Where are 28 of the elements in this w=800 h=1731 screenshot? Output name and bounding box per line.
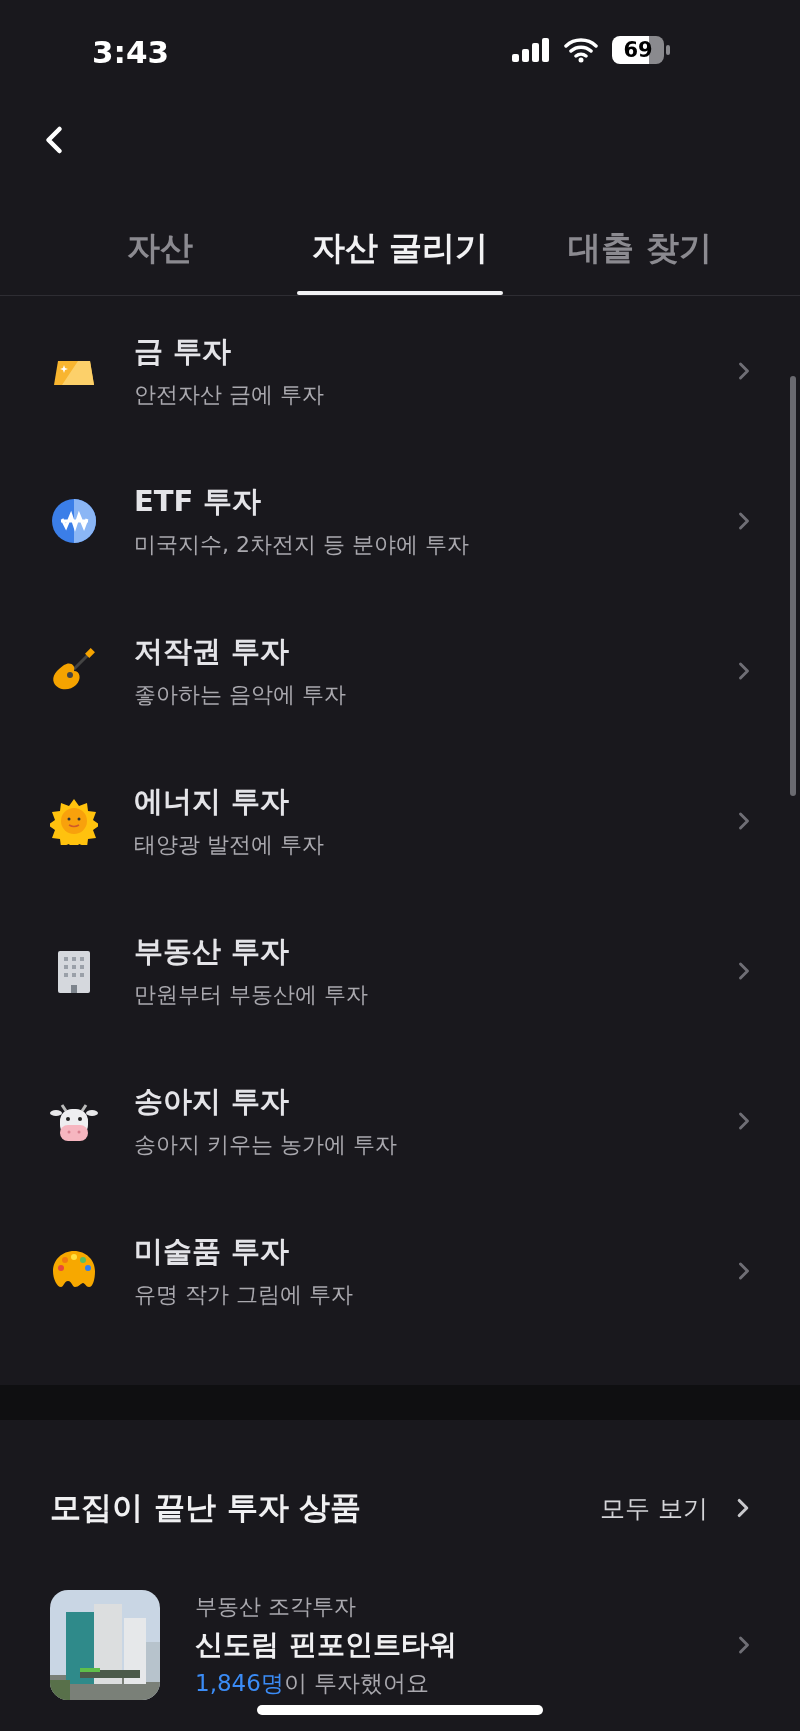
tab[interactable]: 대출 찾기 bbox=[520, 180, 760, 295]
item-subtitle: 태양광 발전에 투자 bbox=[134, 831, 325, 859]
sun-icon bbox=[50, 797, 98, 845]
item-subtitle: 만원부터 부동산에 투자 bbox=[134, 981, 369, 1009]
section-title: 모집이 끝난 투자 상품 bbox=[50, 1488, 362, 1527]
item-subtitle: 좋아하는 음악에 투자 bbox=[134, 681, 347, 709]
item-subtitle: 송아지 키우는 농가에 투자 bbox=[134, 1131, 398, 1159]
item-subtitle: 미국지수, 2차전지 등 분야에 투자 bbox=[134, 531, 470, 559]
item-title: 금 투자 bbox=[134, 333, 233, 370]
tab[interactable]: 자산 bbox=[40, 180, 280, 295]
item-title: ETF 투자 bbox=[134, 483, 263, 520]
tab[interactable]: 자산 굴리기 bbox=[280, 180, 520, 295]
item-subtitle: 안전자산 금에 투자 bbox=[134, 381, 325, 409]
wifi-icon bbox=[564, 37, 598, 63]
item-title: 미술품 투자 bbox=[134, 1233, 291, 1270]
won-coin-icon bbox=[50, 497, 98, 545]
product-name: 신도림 핀포인트타워 bbox=[195, 1626, 458, 1663]
investor-count: 1,846명 이 투자했어요 bbox=[195, 1668, 431, 1698]
see-all-link[interactable]: 모두 보기 bbox=[600, 1491, 758, 1525]
battery-indicator: 69 bbox=[612, 36, 670, 64]
status-time: 3:43 bbox=[92, 34, 170, 70]
signal-icon bbox=[512, 38, 550, 62]
item-title: 부동산 투자 bbox=[134, 933, 291, 970]
product-category: 부동산 조각투자 bbox=[195, 1592, 357, 1621]
item-title: 저작권 투자 bbox=[134, 633, 291, 670]
item-subtitle: 유명 작가 그림에 투자 bbox=[134, 1281, 354, 1309]
item-title: 에너지 투자 bbox=[134, 783, 291, 820]
item-title: 송아지 투자 bbox=[134, 1083, 291, 1120]
